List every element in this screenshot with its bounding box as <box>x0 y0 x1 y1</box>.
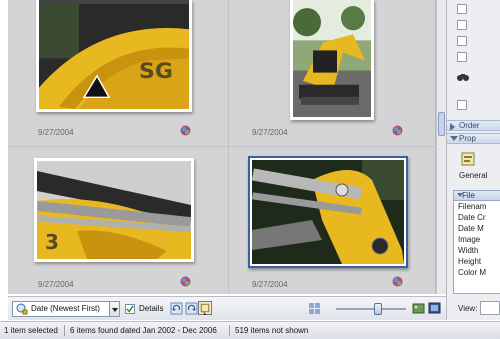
svg-text:3: 3 <box>45 230 59 254</box>
vertical-scrollbar[interactable] <box>436 0 446 294</box>
collapse-triangle-icon <box>457 193 463 197</box>
details-checkbox[interactable] <box>125 304 135 314</box>
grid-divider <box>228 0 229 294</box>
file-properties-box: File Filenam Date Cr Date M Image Width … <box>453 190 500 294</box>
excavator-photo: 3 <box>37 161 191 259</box>
general-label: General <box>459 171 488 180</box>
general-properties-icon[interactable] <box>461 152 475 166</box>
sort-icon <box>16 303 28 315</box>
status-separator <box>64 325 65 336</box>
svg-text:SG: SG <box>139 59 173 84</box>
file-properties-header[interactable]: File <box>454 191 500 201</box>
filter-checkbox[interactable] <box>457 20 467 30</box>
photo-thumbnail-3[interactable]: 3 <box>34 158 194 262</box>
metadata-icon[interactable] <box>180 125 191 136</box>
file-property-row: Image <box>458 235 481 244</box>
sort-dropdown-button[interactable] <box>110 301 120 317</box>
chevron-down-icon <box>112 308 118 312</box>
file-property-row: Height <box>458 257 482 266</box>
properties-panel-header[interactable]: Prop <box>447 133 500 144</box>
filter-checkbox[interactable] <box>457 100 467 110</box>
status-bar: 1 item selected 6 items found dated Jan … <box>0 321 500 339</box>
photo-date: 9/27/2004 <box>38 128 74 137</box>
status-selected: 1 item selected <box>4 326 58 335</box>
sort-order-button[interactable]: Date (Newest First) <box>12 301 110 317</box>
filter-checkbox[interactable] <box>457 36 467 46</box>
filter-checkbox[interactable] <box>457 4 467 14</box>
photo-thumbnail-1[interactable]: SG <box>36 0 192 112</box>
file-property-row: Width <box>458 246 479 255</box>
view-selector[interactable] <box>480 301 500 315</box>
excavator-photo <box>252 160 404 264</box>
right-panel: Order Prop General File Filenam Date Cr … <box>446 0 500 320</box>
properties-header-label: Prop <box>459 134 476 143</box>
file-header-label: File <box>462 191 475 200</box>
collapse-triangle-icon <box>450 136 458 141</box>
expand-triangle-icon <box>450 123 455 130</box>
status-separator <box>229 325 230 336</box>
zoom-slider-thumb[interactable] <box>374 303 382 315</box>
photo-thumbnail-4[interactable] <box>248 156 408 268</box>
details-label: Details <box>139 304 164 313</box>
metadata-icon[interactable] <box>180 276 191 287</box>
view-label: View: <box>458 304 478 313</box>
status-not-shown: 519 items not shown <box>235 326 309 335</box>
file-property-row: Filenam <box>458 202 487 211</box>
photo-date: 9/27/2004 <box>252 280 288 289</box>
bottom-toolbar: Date (Newest First) Details <box>8 296 446 320</box>
excavator-photo: SG <box>39 0 189 109</box>
caption-icon[interactable] <box>198 301 212 315</box>
photo-date: 9/27/2004 <box>252 128 288 137</box>
status-found: 6 items found dated Jan 2002 - Dec 2006 <box>70 326 217 335</box>
slideshow-icon[interactable] <box>428 302 441 315</box>
excavator-photo <box>293 0 371 117</box>
single-photo-view-icon[interactable] <box>412 302 425 315</box>
binoculars-icon[interactable] <box>457 72 469 82</box>
thumbnail-view-icon[interactable] <box>308 302 321 315</box>
rotate-right-icon[interactable] <box>185 302 198 315</box>
rotate-left-icon[interactable] <box>170 302 183 315</box>
photo-date: 9/27/2004 <box>38 280 74 289</box>
metadata-icon[interactable] <box>392 276 403 287</box>
sort-order-label: Date (Newest First) <box>31 304 100 313</box>
file-property-row: Date M <box>458 224 484 233</box>
grid-divider <box>8 146 436 147</box>
checkmark-icon <box>126 305 134 313</box>
photo-grid: SG 9/27/2004 9/27/2004 3 9/27/2004 9/27/… <box>8 0 436 294</box>
filter-checkbox[interactable] <box>457 52 467 62</box>
zoom-slider-track[interactable] <box>336 308 406 310</box>
order-panel-header[interactable]: Order <box>447 120 500 131</box>
metadata-icon[interactable] <box>392 125 403 136</box>
photo-thumbnail-2[interactable] <box>290 0 374 120</box>
order-header-label: Order <box>459 121 480 130</box>
file-property-row: Date Cr <box>458 213 486 222</box>
scrollbar-thumb[interactable] <box>438 112 445 136</box>
file-property-row: Color M <box>458 268 487 277</box>
